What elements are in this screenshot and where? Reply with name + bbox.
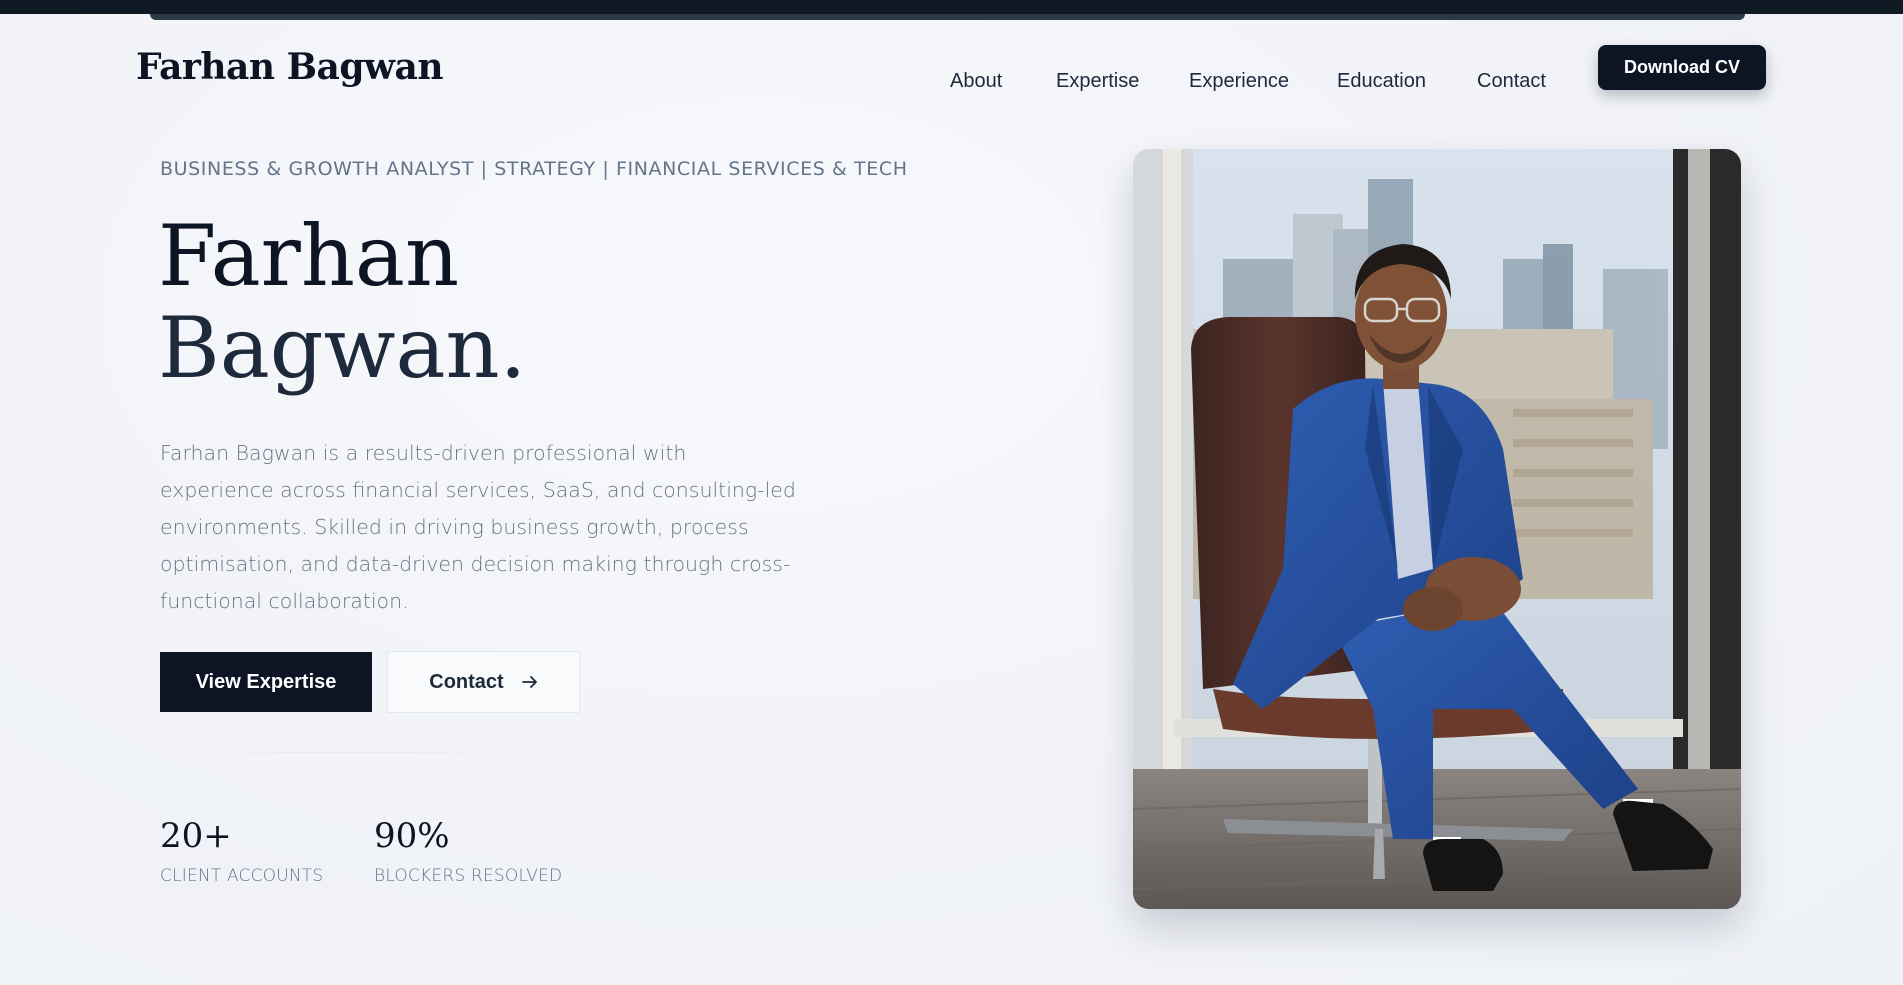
- portrait-photo: [1133, 149, 1741, 909]
- contact-button[interactable]: Contact: [387, 651, 580, 713]
- divider: [160, 752, 580, 753]
- hero-title: Farhan Bagwan.: [158, 210, 526, 394]
- page-background: Farhan Bagwan About Expertise Experience…: [0, 14, 1903, 985]
- stat-label: BLOCKERS RESOLVED: [374, 866, 563, 886]
- nav-expertise[interactable]: Expertise: [1056, 70, 1139, 93]
- stat-blockers-resolved: 90% BLOCKERS RESOLVED: [374, 814, 562, 886]
- hero-title-line1: Farhan: [158, 207, 460, 305]
- hero-description: Farhan Bagwan is a results-driven profes…: [160, 441, 796, 613]
- brand-logo[interactable]: Farhan Bagwan: [136, 46, 444, 88]
- contact-button-label: Contact: [429, 670, 504, 693]
- portrait-illustration: [1133, 149, 1741, 909]
- stat-client-accounts: 20+ CLIENT ACCOUNTS: [160, 814, 323, 886]
- view-expertise-button[interactable]: View Expertise: [160, 652, 372, 712]
- stat-label: CLIENT ACCOUNTS: [160, 866, 324, 886]
- arrow-right-icon: [521, 676, 537, 688]
- browser-top-strip: [150, 14, 1745, 20]
- stat-value: 20+: [160, 816, 232, 856]
- hero-kicker: BUSINESS & GROWTH ANALYST | STRATEGY | F…: [160, 158, 908, 180]
- hero-title-line2: Bagwan.: [158, 299, 527, 397]
- nav-contact[interactable]: Contact: [1477, 70, 1546, 93]
- stat-value: 90%: [374, 816, 450, 856]
- nav-education[interactable]: Education: [1337, 70, 1426, 93]
- nav-experience[interactable]: Experience: [1189, 70, 1289, 93]
- nav-about[interactable]: About: [950, 70, 1002, 93]
- download-cv-button[interactable]: Download CV: [1598, 45, 1766, 90]
